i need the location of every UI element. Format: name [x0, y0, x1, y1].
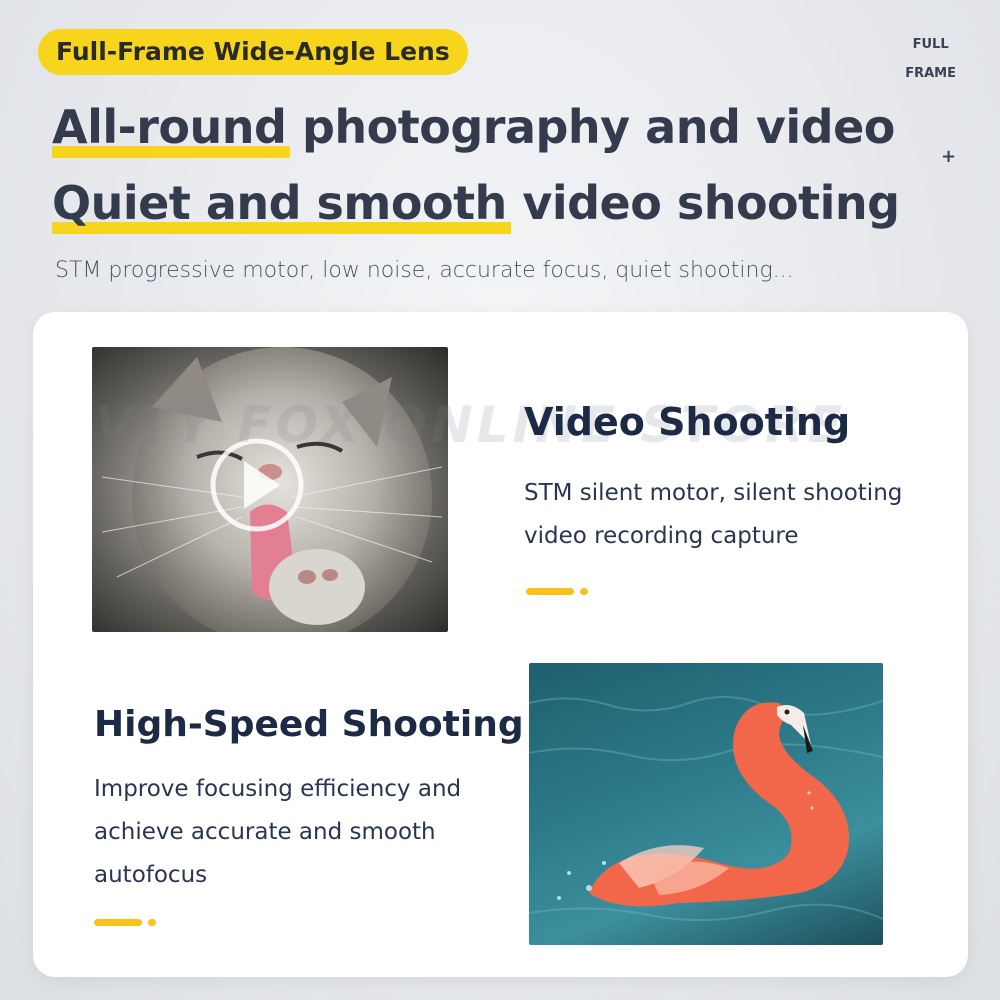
high-speed-shooting-desc: Improve focusing efficiency and achieve … — [94, 768, 461, 897]
flamingo-photo — [529, 663, 883, 945]
flamingo-illustration — [529, 695, 883, 922]
video-desc-line-1: STM silent motor, silent shooting — [524, 480, 903, 506]
headline-1-highlight: All-round — [52, 100, 291, 158]
headline-2-highlight: Quiet and smooth — [52, 176, 511, 234]
headline-2: Quiet and smooth video shooting — [52, 176, 900, 234]
video-shooting-title: Video Shooting — [524, 400, 851, 444]
corner-line-2: FRAME — [905, 66, 956, 81]
headline-1-rest: photography and video — [286, 100, 895, 154]
feature-badge: Full-Frame Wide-Angle Lens — [38, 29, 468, 75]
corner-line-1: FULL — [912, 37, 949, 52]
video-desc-line-2: video recording capture — [524, 523, 799, 549]
speed-desc-line-2: achieve accurate and smooth — [94, 819, 436, 845]
speed-desc-line-1: Improve focusing efficiency and — [94, 776, 462, 802]
speed-desc-line-3: autofocus — [94, 862, 208, 888]
high-speed-shooting-title: High-Speed Shooting — [94, 704, 524, 745]
full-frame-label: FULL FRAME — [905, 30, 956, 88]
subtitle: STM progressive motor, low noise, accura… — [55, 258, 794, 283]
plus-icon: + — [941, 146, 957, 167]
video-shooting-desc: STM silent motor, silent shooting video … — [524, 472, 902, 558]
cat-video-thumbnail[interactable] — [92, 347, 448, 632]
headline-2-rest: video shooting — [506, 176, 900, 230]
cat-illustration — [101, 347, 443, 632]
headline-1: All-round photography and video — [52, 100, 895, 158]
